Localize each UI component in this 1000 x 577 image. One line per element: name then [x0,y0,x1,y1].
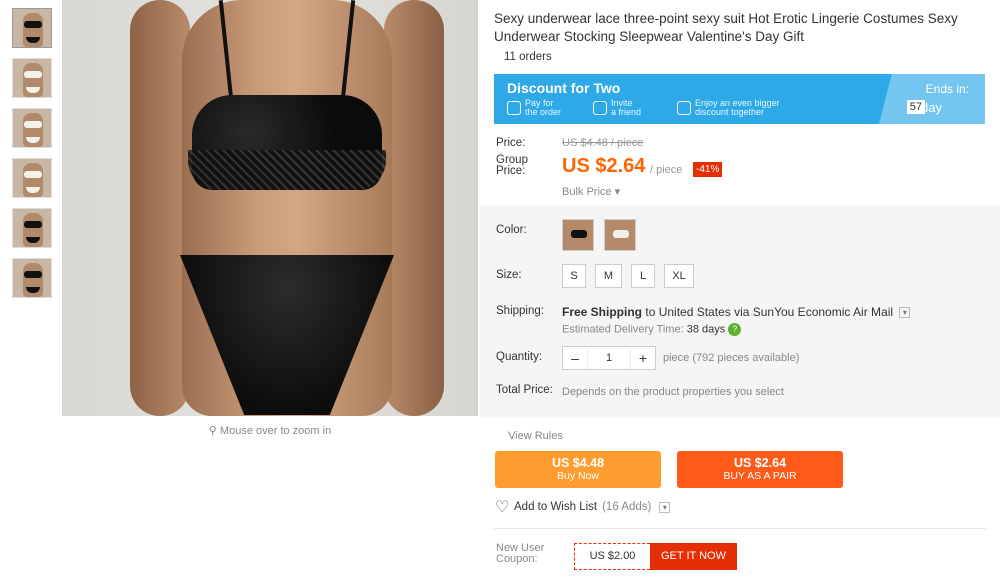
zoom-hint: ⚲ Mouse over to zoom in [62,424,478,437]
group-price-label: Group Price: [496,154,528,177]
thumbnail-1[interactable] [12,8,52,48]
size-s-button[interactable]: S [562,264,586,288]
tag-icon [677,101,691,115]
pay-icon [507,101,521,115]
size-m-button[interactable]: M [595,264,622,288]
thumbnail-5[interactable] [12,208,52,248]
heart-icon [495,497,509,516]
quantity-stepper: – 1 + [562,346,656,370]
add-to-wishlist[interactable]: Add to Wish List (16 Adds) ▾ [495,497,671,516]
thumbnail-list [12,8,54,308]
promo-step-pay: Pay for the order [507,99,561,117]
wishlist-label: Add to Wish List [514,501,598,513]
buy-pair-label: BUY AS A PAIR [723,470,797,482]
estimated-delivery: Estimated Delivery Time: 38 days ? [562,323,742,336]
buy-now-button[interactable]: US $4.48 Buy Now [495,451,661,488]
chevron-down-icon[interactable]: ▾ [659,501,671,513]
orders-count: 11 orders [504,51,552,63]
discount-for-two-banner[interactable]: Discount for Two Pay for the order Invite… [494,74,985,124]
total-price-label: Total Price: [496,384,553,396]
free-shipping-text: Free Shipping [562,305,643,319]
shipping-destination: to United States via SunYou Economic Air… [645,305,894,319]
promo-step-pay-line2: the order [525,107,562,117]
view-rules-link[interactable]: View Rules [508,430,563,442]
wishlist-count: (16 Adds) [602,501,652,513]
coupon: US $2.00 GET IT NOW [574,543,737,570]
color-swatch-black[interactable] [562,219,594,251]
shipping-label: Shipping: [496,305,544,317]
discount-badge: -41% [693,162,723,177]
promo-step-invite: Invite a friend [593,99,641,117]
size-xl-button[interactable]: XL [664,264,694,288]
price-unit: / piece [650,164,683,176]
promo-title: Discount for Two [507,80,621,96]
coupon-label-line2: Coupon: [496,553,538,565]
quantity-input[interactable]: 1 [587,347,631,369]
buy-now-label: Buy Now [556,470,599,482]
promo-step-invite-line2: a friend [611,107,642,117]
color-label: Color: [496,224,527,236]
quantity-decrease-button[interactable]: – [563,347,587,369]
original-price: US $4.48 / piece [562,137,644,149]
help-icon[interactable]: ? [728,323,742,336]
color-swatch-white[interactable] [604,219,636,251]
ends-unit: day [921,100,942,115]
quantity-label: Quantity: [496,351,543,363]
coupon-value: US $2.00 [574,543,650,570]
price-label: Price: [496,137,526,149]
get-coupon-button[interactable]: GET IT NOW [650,543,737,570]
search-icon: ⚲ [208,425,217,437]
availability-text: piece (792 pieces available) [663,352,800,364]
quantity-increase-button[interactable]: + [631,347,655,369]
thumbnail-3[interactable] [12,108,52,148]
bulk-price-link[interactable]: Bulk Price ▾ [562,185,620,198]
orders-bar [494,46,999,68]
est-label: Estimated Delivery Time: [562,323,684,336]
user-icon [593,101,607,115]
group-label-line2: Price: [496,165,526,177]
group-price: US $2.64 [562,155,646,177]
main-product-image[interactable] [62,0,478,416]
chevron-down-icon[interactable]: ▾ [899,307,911,319]
est-days: 38 days [686,323,726,336]
promo-step-enjoy: Enjoy an even bigger discount together [677,99,780,117]
ends-label: Ends in: [925,82,969,96]
size-label: Size: [496,269,522,281]
buy-now-price: US $4.48 [551,456,605,470]
size-l-button[interactable]: L [631,264,655,288]
shipping-method[interactable]: Free Shipping to United States via SunYo… [562,305,911,319]
promo-step-enjoy-line2: discount together [695,107,765,117]
product-title: Sexy underwear lace three-point sexy sui… [494,11,958,44]
buy-pair-price: US $2.64 [733,456,787,470]
buy-as-pair-button[interactable]: US $2.64 BUY AS A PAIR [677,451,843,488]
zoom-hint-text: Mouse over to zoom in [219,425,332,437]
thumbnail-2[interactable] [12,58,52,98]
new-user-coupon-label: New User Coupon: [496,543,544,565]
total-price-value: Depends on the product properties you se… [562,386,784,398]
thumbnail-6[interactable] [12,258,52,298]
divider [494,528,986,529]
thumbnail-4[interactable] [12,158,52,198]
